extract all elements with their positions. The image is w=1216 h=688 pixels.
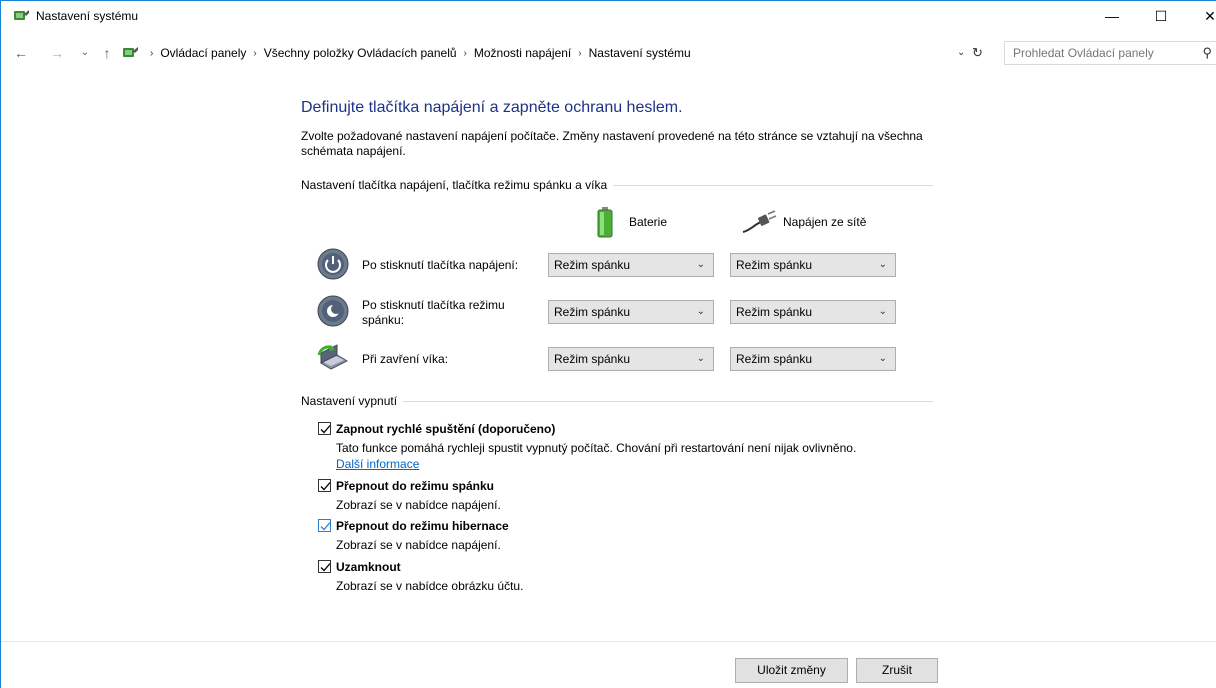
breadcrumb-item[interactable]: Možnosti napájení — [474, 46, 571, 60]
save-changes-button[interactable]: Uložit změny — [735, 658, 848, 683]
forward-button[interactable]: → — [48, 43, 66, 63]
laptop-lid-icon — [317, 344, 349, 370]
shutdown-settings-group: Nastavení vypnutí — [301, 394, 933, 408]
chevron-down-icon: ⌄ — [878, 306, 887, 317]
page-title: Definujte tlačítka napájení a zapněte oc… — [301, 99, 683, 116]
plugged-label: Napájen ze sítě — [783, 215, 867, 229]
sleep-button-label: Po stisknutí tlačítka režimu spánku: — [362, 298, 505, 327]
breadcrumb[interactable]: › Ovládací panely › Všechny položky Ovlá… — [121, 43, 691, 63]
sleep-menu-checkbox[interactable] — [318, 479, 331, 492]
sleep-menu-title: Přepnout do režimu spánku — [336, 479, 495, 493]
breadcrumb-item[interactable]: Nastavení systému — [589, 46, 691, 60]
fast-startup-description: Tato funkce pomáhá rychleji spustit vypn… — [336, 441, 857, 455]
search-icon[interactable]: ⚲ — [1202, 45, 1212, 61]
lid-close-battery-select[interactable]: Režim spánku ⌄ — [548, 347, 714, 371]
sleep-button-plugged-select[interactable]: Režim spánku ⌄ — [730, 300, 896, 324]
address-dropdown-button[interactable]: ⌄ — [957, 43, 965, 63]
group-label: Nastavení vypnutí — [301, 394, 404, 408]
breadcrumb-separator[interactable]: › — [253, 48, 256, 59]
up-button[interactable]: ↑ — [98, 43, 116, 63]
title-bar: Nastavení systému — ☐ ✕ — [1, 1, 1216, 31]
lid-close-label: Při zavření víka: — [362, 352, 449, 366]
system-settings-window: Nastavení systému — ☐ ✕ ← → ⌄ ↑ › Ovláda… — [0, 0, 1216, 688]
power-plug-icon — [742, 210, 777, 233]
chevron-down-icon: ⌄ — [878, 353, 887, 364]
window-title: Nastavení systému — [36, 9, 139, 23]
breadcrumb-separator[interactable]: › — [578, 48, 581, 59]
checkmark-icon — [320, 425, 331, 434]
breadcrumb-item[interactable]: Všechny položky Ovládacích panelů — [264, 46, 457, 60]
maximize-button[interactable]: ☐ — [1138, 1, 1184, 31]
search-box: ⚲ — [1004, 41, 1216, 65]
more-info-link[interactable]: Další informace — [336, 457, 419, 471]
lock-menu-description: Zobrazí se v nabídce obrázku účtu. — [336, 579, 524, 593]
group-label: Nastavení tlačítka napájení, tlačítka re… — [301, 178, 614, 192]
back-button[interactable]: ← — [12, 43, 30, 63]
checkmark-icon — [320, 563, 331, 572]
battery-label: Baterie — [629, 215, 668, 229]
select-value: Režim spánku — [554, 352, 631, 366]
hibernate-menu-description: Zobrazí se v nabídce napájení. — [336, 538, 501, 552]
battery-icon — [597, 207, 613, 238]
breadcrumb-separator: › — [150, 47, 154, 59]
close-button[interactable]: ✕ — [1187, 1, 1216, 31]
search-input[interactable] — [1005, 42, 1185, 64]
power-buttons-group: Nastavení tlačítka napájení, tlačítka re… — [301, 178, 933, 192]
power-button-icon — [317, 248, 349, 280]
checkmark-icon — [320, 522, 331, 531]
power-options-icon — [14, 10, 29, 20]
chevron-down-icon: ⌄ — [696, 306, 705, 317]
battery-column-header: Baterie — [595, 206, 667, 238]
sleep-button-icon — [317, 295, 349, 327]
power-button-battery-select[interactable]: Režim spánku ⌄ — [548, 253, 714, 277]
hibernate-menu-checkbox[interactable] — [318, 519, 331, 532]
sleep-menu-description: Zobrazí se v nabídce napájení. — [336, 498, 501, 512]
cancel-button[interactable]: Zrušit — [856, 658, 938, 683]
control-panel-icon — [123, 47, 138, 57]
checkmark-icon — [320, 482, 331, 491]
power-button-plugged-select[interactable]: Režim spánku ⌄ — [730, 253, 896, 277]
chevron-down-icon: ⌄ — [696, 353, 705, 364]
minimize-button[interactable]: — — [1089, 1, 1135, 31]
refresh-button[interactable]: ↻ — [972, 43, 983, 63]
power-button-label: Po stisknutí tlačítka napájení: — [362, 258, 519, 272]
sleep-button-battery-select[interactable]: Režim spánku ⌄ — [548, 300, 714, 324]
hibernate-menu-title: Přepnout do režimu hibernace — [336, 519, 509, 533]
recent-locations-button[interactable]: ⌄ — [76, 43, 94, 63]
lock-menu-title: Uzamknout — [336, 560, 401, 574]
chevron-down-icon: ⌄ — [878, 259, 887, 270]
select-value: Režim spánku — [554, 305, 631, 319]
lock-menu-checkbox[interactable] — [318, 560, 331, 573]
breadcrumb-separator[interactable]: › — [464, 48, 467, 59]
select-value: Režim spánku — [736, 258, 813, 272]
fast-startup-title: Zapnout rychlé spuštění (doporučeno) — [336, 422, 556, 436]
chevron-down-icon: ⌄ — [696, 259, 705, 270]
fast-startup-checkbox[interactable] — [318, 422, 331, 435]
footer-bar — [1, 641, 1216, 688]
plugged-column-header: Napájen ze sítě — [741, 206, 866, 238]
select-value: Režim spánku — [554, 258, 631, 272]
address-bar: ← → ⌄ ↑ › Ovládací panely › Všechny polo… — [1, 39, 1216, 67]
select-value: Režim spánku — [736, 352, 813, 366]
lid-close-plugged-select[interactable]: Režim spánku ⌄ — [730, 347, 896, 371]
page-description: Zvolte požadované nastavení napájení poč… — [301, 129, 923, 158]
select-value: Režim spánku — [736, 305, 813, 319]
breadcrumb-item[interactable]: Ovládací panely — [160, 46, 246, 60]
